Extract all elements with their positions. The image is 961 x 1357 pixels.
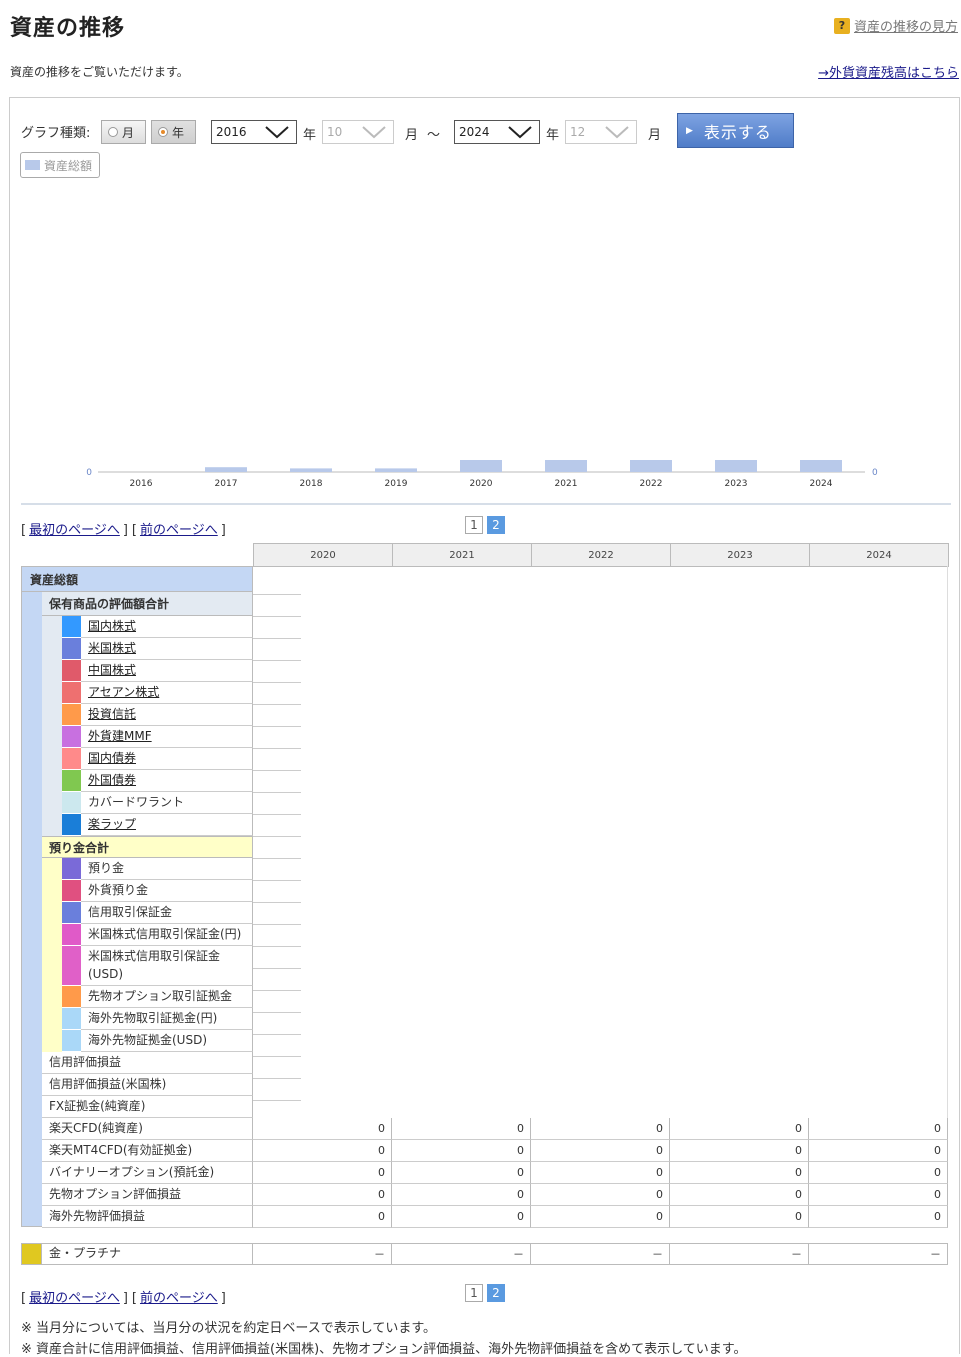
bracket: [: [21, 1291, 27, 1306]
pager-top: [最初のページへ][前のページへ]: [21, 519, 226, 538]
note-1: ※ 当月分については、当月分の状況を約定日ベースで表示しています。: [21, 1321, 437, 1336]
chart-bar: [460, 460, 502, 472]
radio-year-label: 年: [172, 125, 185, 140]
divider: [21, 503, 951, 505]
x-tick-label: 2021: [555, 479, 578, 489]
chevron-down-icon: [362, 126, 386, 139]
chart-bar: [375, 468, 417, 472]
year-col-header: 2022: [531, 543, 671, 567]
x-tick-label: 2020: [470, 479, 493, 489]
bracket: ]: [220, 1291, 226, 1306]
to-month-value: 12: [570, 125, 586, 139]
radio-icon: [158, 127, 168, 137]
bracket: ]: [122, 523, 128, 538]
chart-bar: [630, 460, 672, 472]
fx-balance-link[interactable]: →外貨資産残高はこちら: [818, 62, 959, 81]
page-2-current[interactable]: 2: [487, 516, 505, 534]
to-year-select[interactable]: 2024: [454, 120, 540, 144]
to-year-unit: 年: [546, 128, 560, 143]
from-year-select[interactable]: 2016: [211, 120, 297, 144]
x-tick-label: 2022: [640, 479, 663, 489]
x-tick-label: 2016: [130, 479, 153, 489]
help-link[interactable]: 資産の推移の見方: [854, 16, 958, 35]
pager-bottom: [最初のページへ][前のページへ]: [21, 1287, 226, 1306]
legend-swatch: [25, 160, 40, 170]
first-page-link[interactable]: 最初のページへ: [29, 523, 120, 538]
asset-chart: 0 0 2016 2017 2018 2019 2020 2021 2022 2023 2024: [86, 460, 878, 489]
prev-page-link[interactable]: 前のページへ: [140, 1291, 218, 1306]
chevron-down-icon: [605, 126, 629, 139]
year-col-header: 2023: [670, 543, 810, 567]
chevron-down-icon: [508, 126, 532, 139]
year-header: 2020 2021 2022 2023 2024: [253, 543, 949, 567]
x-tick-label: 2018: [300, 479, 323, 489]
x-tick-label: 2024: [810, 479, 833, 489]
from-month-unit: 月: [405, 128, 419, 143]
range-tilde: 〜: [427, 128, 441, 143]
x-tick-label: 2019: [385, 479, 408, 489]
x-tick-label: 2023: [725, 479, 748, 489]
legend-toggle-total-assets[interactable]: 資産総額: [20, 152, 100, 178]
from-month-select[interactable]: 10: [322, 120, 394, 144]
bracket: [: [21, 523, 27, 538]
to-year-value: 2024: [459, 125, 490, 139]
chart-bar: [205, 467, 247, 472]
page-subtitle: 資産の推移をご覧いただけます。: [10, 65, 189, 79]
to-month-unit: 月: [648, 128, 662, 143]
x-tick-label: 2017: [215, 479, 238, 489]
page-1-link[interactable]: 1: [465, 1284, 483, 1302]
prev-page-link[interactable]: 前のページへ: [140, 523, 218, 538]
note-2: ※ 資産合計に信用評価損益、信用評価損益(米国株)、先物オプション評価損益、海外…: [21, 1342, 747, 1357]
radio-month-label: 月: [122, 125, 135, 140]
graph-type-label: グラフ種類:: [21, 126, 91, 141]
show-button[interactable]: ▶ 表示する: [677, 113, 794, 148]
y-axis-right-label: 0: [872, 468, 878, 478]
bracket: [: [131, 523, 137, 538]
y-axis-left-label: 0: [86, 468, 92, 478]
from-year-value: 2016: [216, 125, 247, 139]
page-2-current[interactable]: 2: [487, 1284, 505, 1302]
from-month-value: 10: [327, 125, 343, 139]
first-page-link[interactable]: 最初のページへ: [29, 1291, 120, 1306]
chart-bar: [800, 460, 842, 472]
play-icon: ▶: [686, 125, 694, 136]
radio-month[interactable]: 月: [101, 120, 146, 144]
chart-bar: [715, 460, 757, 472]
radio-year[interactable]: 年: [151, 120, 196, 144]
bracket: [: [131, 1291, 137, 1306]
year-col-header: 2021: [392, 543, 532, 567]
help-link-area[interactable]: ? 資産の推移の見方: [833, 16, 958, 35]
radio-icon: [108, 127, 118, 137]
year-col-header: 2024: [809, 543, 949, 567]
chevron-down-icon: [265, 126, 289, 139]
chart-bar: [290, 468, 332, 472]
page-1-link[interactable]: 1: [465, 516, 483, 534]
legend-label: 資産総額: [44, 158, 93, 173]
bracket: ]: [122, 1291, 128, 1306]
question-icon: ?: [833, 17, 850, 34]
from-year-unit: 年: [303, 128, 317, 143]
show-button-label: 表示する: [703, 122, 772, 142]
bracket: ]: [220, 523, 226, 538]
chart-bar: [545, 460, 587, 472]
page-title: 資産の推移: [10, 16, 126, 41]
year-col-header: 2020: [253, 543, 393, 567]
to-month-select[interactable]: 12: [565, 120, 637, 144]
